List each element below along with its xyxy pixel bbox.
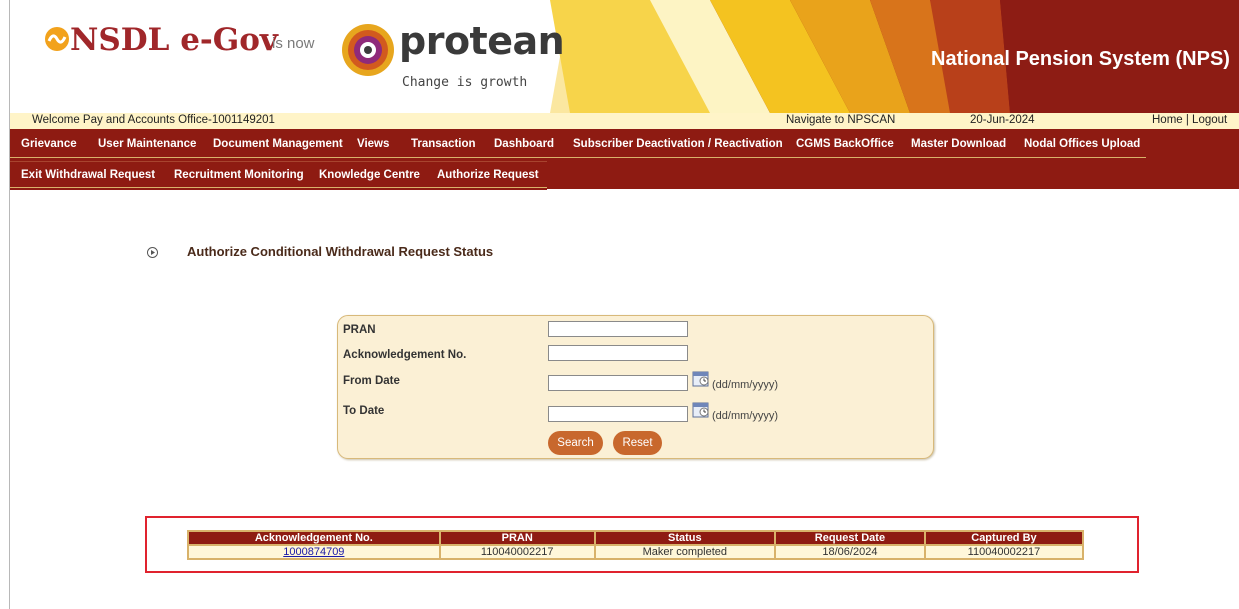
nav-document-management[interactable]: Document Management [213, 138, 343, 150]
acknowledgement-input[interactable] [548, 345, 688, 361]
sub-nav-underline [10, 187, 547, 188]
col-status-header: Status [595, 532, 774, 544]
is-now-text: is now [272, 35, 315, 52]
to-date-format: (dd/mm/yyyy) [712, 410, 778, 422]
search-button[interactable]: Search [548, 431, 603, 455]
welcome-bar: Welcome Pay and Accounts Office-10011492… [10, 113, 1239, 129]
nav-knowledge-centre[interactable]: Knowledge Centre [319, 169, 420, 181]
current-date: 20-Jun-2024 [970, 114, 1035, 126]
nav-cgms-backoffice[interactable]: CGMS BackOffice [796, 138, 894, 150]
ack-cell: 1000874709 [189, 546, 439, 558]
protean-tagline: Change is growth [402, 75, 528, 90]
nav-views[interactable]: Views [357, 138, 389, 150]
main-nav: Grievance User Maintenance Document Mana… [10, 129, 1239, 161]
page-title: Authorize Conditional Withdrawal Request… [187, 244, 494, 259]
nav-master-download[interactable]: Master Download [911, 138, 1006, 150]
nav-authorize-request[interactable]: Authorize Request [437, 169, 539, 181]
from-date-format: (dd/mm/yyyy) [712, 379, 778, 391]
arrow-bullet-icon [147, 247, 158, 258]
pran-input[interactable] [548, 321, 688, 337]
nav-underline [10, 157, 1146, 158]
home-logout-link[interactable]: Home | Logout [1152, 114, 1227, 126]
from-date-label: From Date [343, 375, 400, 387]
pran-label: PRAN [343, 324, 376, 336]
to-date-label: To Date [343, 405, 385, 417]
table-row: 1000874709 110040002217 Maker completed … [189, 546, 1082, 558]
nav-transaction[interactable]: Transaction [411, 138, 476, 150]
ack-link[interactable]: 1000874709 [283, 546, 344, 558]
nav-grievance[interactable]: Grievance [21, 138, 77, 150]
nav-dashboard[interactable]: Dashboard [494, 138, 554, 150]
reset-button[interactable]: Reset [613, 431, 662, 455]
results-table: Acknowledgement No. PRAN Status Request … [187, 530, 1084, 560]
to-calendar-icon[interactable] [692, 401, 711, 418]
table-header-row: Acknowledgement No. PRAN Status Request … [189, 532, 1082, 544]
nsdl-logo-icon [45, 27, 69, 51]
from-date-input[interactable] [548, 375, 688, 391]
request-date-cell: 18/06/2024 [775, 546, 924, 558]
status-cell: Maker completed [595, 546, 774, 558]
nav-subscriber-deactivation[interactable]: Subscriber Deactivation / Reactivation [573, 138, 783, 150]
ack-label: Acknowledgement No. [343, 349, 467, 361]
nav-recruitment-monitoring[interactable]: Recruitment Monitoring [174, 169, 304, 181]
protean-logo-icon [342, 24, 394, 76]
captured-by-cell: 110040002217 [925, 546, 1082, 558]
header-banner: NSDL e-Gov is now protean Change is grow… [10, 0, 1239, 113]
col-ack-header: Acknowledgement No. [189, 532, 439, 544]
protean-brand: protean [399, 19, 565, 63]
col-request-date-header: Request Date [775, 532, 924, 544]
from-calendar-icon[interactable] [692, 370, 711, 387]
sub-nav: Exit Withdrawal Request Recruitment Moni… [10, 161, 547, 190]
col-captured-by-header: Captured By [925, 532, 1082, 544]
to-date-input[interactable] [548, 406, 688, 422]
pran-cell: 110040002217 [440, 546, 594, 558]
nav-exit-withdrawal-request[interactable]: Exit Withdrawal Request [21, 169, 155, 181]
nsdl-brand: NSDL e-Gov [70, 22, 278, 58]
nav-user-maintenance[interactable]: User Maintenance [98, 138, 196, 150]
welcome-text: Welcome Pay and Accounts Office-10011492… [32, 114, 275, 126]
navigate-npscan-link[interactable]: Navigate to NPSCAN [786, 114, 895, 126]
nav-nodal-offices-upload[interactable]: Nodal Offices Upload [1024, 138, 1140, 150]
col-pran-header: PRAN [440, 532, 594, 544]
system-title: National Pension System (NPS) [931, 48, 1230, 70]
sub-nav-filler [547, 161, 1239, 189]
